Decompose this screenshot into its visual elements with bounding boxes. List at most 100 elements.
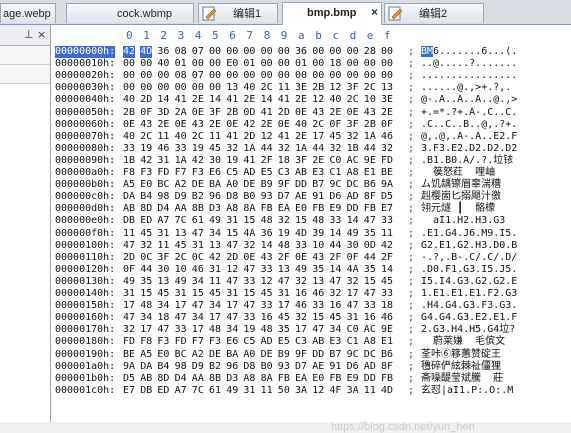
hex-byte[interactable]: DE: [243, 179, 255, 191]
hex-byte[interactable]: 11: [157, 131, 169, 143]
hex-byte[interactable]: F8: [123, 167, 135, 179]
hex-byte[interactable]: 18: [329, 58, 341, 70]
hex-byte[interactable]: 32: [278, 215, 290, 227]
hex-byte[interactable]: BE: [123, 349, 135, 361]
hex-byte[interactable]: AB: [295, 167, 307, 179]
hex-byte[interactable]: 00: [175, 82, 187, 94]
hex-byte[interactable]: F3: [157, 336, 169, 348]
hex-byte[interactable]: 33: [329, 215, 341, 227]
hex-byte[interactable]: 00: [329, 46, 341, 58]
hex-byte[interactable]: 17: [295, 324, 307, 336]
hex-byte[interactable]: 14: [347, 215, 359, 227]
hex-byte[interactable]: 34: [192, 312, 204, 324]
hex-byte[interactable]: 0F: [329, 119, 341, 131]
hex-byte[interactable]: 33: [261, 300, 273, 312]
hex-byte[interactable]: 9A: [381, 179, 393, 191]
hex-byte[interactable]: AC: [347, 155, 359, 167]
hex-byte[interactable]: FB: [312, 203, 324, 215]
hex-byte[interactable]: 00: [209, 70, 221, 82]
hex-byte[interactable]: 33: [364, 300, 376, 312]
hex-byte[interactable]: 42: [209, 252, 221, 264]
hex-byte[interactable]: 46: [295, 300, 307, 312]
hex-byte[interactable]: 44: [329, 240, 341, 252]
ascii-text[interactable]: ................: [421, 70, 517, 82]
hex-byte[interactable]: AC: [364, 324, 376, 336]
ascii-text[interactable]: I5.I4.G3.G2.G2.E: [421, 276, 517, 288]
hex-byte[interactable]: 50: [278, 385, 290, 397]
hex-byte[interactable]: 40: [243, 82, 255, 94]
hex-byte[interactable]: 17: [312, 131, 324, 143]
hex-byte[interactable]: 0C: [140, 252, 152, 264]
hex-byte[interactable]: 00: [278, 46, 290, 58]
hex-byte[interactable]: AB: [312, 336, 324, 348]
hex-byte[interactable]: A8: [347, 167, 359, 179]
hex-byte[interactable]: D4: [175, 373, 187, 385]
hex-byte[interactable]: A7: [157, 215, 169, 227]
tab-edit2[interactable]: 编辑2: [384, 3, 484, 23]
ascii-text[interactable]: 荃咔⑥簃蕙赞碇王: [421, 349, 501, 361]
hex-byte[interactable]: 3D: [157, 107, 169, 119]
hex-byte[interactable]: 00: [123, 58, 135, 70]
hex-byte[interactable]: 13: [175, 228, 187, 240]
hex-byte[interactable]: 16: [364, 312, 376, 324]
hex-byte[interactable]: 96: [226, 361, 238, 373]
hex-byte[interactable]: AD: [261, 336, 273, 348]
hex-byte[interactable]: 32: [295, 312, 307, 324]
hex-byte[interactable]: AD: [347, 191, 359, 203]
ascii-text[interactable]: 2.G3.H4.H5.G4垃?: [421, 324, 515, 336]
hex-byte[interactable]: B9: [278, 349, 290, 361]
hex-byte[interactable]: 33: [243, 276, 255, 288]
hex-byte[interactable]: 13: [312, 276, 324, 288]
hex-byte[interactable]: DB: [140, 385, 152, 397]
hex-byte[interactable]: 15: [140, 288, 152, 300]
hex-byte[interactable]: 00: [347, 46, 359, 58]
hex-byte[interactable]: 3A: [347, 385, 359, 397]
hex-byte[interactable]: 2F: [329, 252, 341, 264]
hex-byte[interactable]: 28: [364, 46, 376, 58]
hex-byte[interactable]: 17: [226, 300, 238, 312]
hex-byte[interactable]: C5: [226, 167, 238, 179]
hex-byte[interactable]: 7C: [192, 385, 204, 397]
hex-byte[interactable]: 2B: [226, 107, 238, 119]
hex-byte[interactable]: 11: [261, 385, 273, 397]
hex-byte[interactable]: 35: [278, 324, 290, 336]
hex-byte[interactable]: 0E: [295, 107, 307, 119]
hex-byte[interactable]: 31: [226, 288, 238, 300]
hex-byte[interactable]: A2: [175, 179, 187, 191]
hex-byte[interactable]: 8B: [209, 373, 221, 385]
hex-byte[interactable]: BC: [157, 179, 169, 191]
hex-byte[interactable]: 9C: [347, 349, 359, 361]
hex-byte[interactable]: 2B: [312, 82, 324, 94]
hex-byte[interactable]: 9F: [278, 179, 290, 191]
hex-byte[interactable]: 40: [157, 58, 169, 70]
hex-byte[interactable]: 47: [347, 300, 359, 312]
hex-byte[interactable]: 35: [364, 264, 376, 276]
hex-byte[interactable]: 35: [364, 228, 376, 240]
hex-byte[interactable]: 45: [329, 131, 341, 143]
hex-byte[interactable]: 40: [175, 131, 187, 143]
hex-byte[interactable]: 33: [175, 143, 187, 155]
hex-byte[interactable]: 47: [329, 276, 341, 288]
hex-byte[interactable]: 0F: [123, 264, 135, 276]
hex-byte[interactable]: 00: [261, 58, 273, 70]
hex-byte[interactable]: 31: [175, 288, 187, 300]
hex-byte[interactable]: 14: [381, 264, 393, 276]
hex-byte[interactable]: 4F: [329, 385, 341, 397]
hex-byte[interactable]: 17: [175, 300, 187, 312]
hex-byte[interactable]: 43: [312, 252, 324, 264]
hex-byte[interactable]: 2D: [226, 252, 238, 264]
hex-byte[interactable]: 2E: [192, 94, 204, 106]
hex-byte[interactable]: DD: [364, 373, 376, 385]
hex-byte[interactable]: 42: [192, 155, 204, 167]
hex-byte[interactable]: 0E: [278, 119, 290, 131]
hex-byte[interactable]: 00: [312, 46, 324, 58]
hex-byte[interactable]: 00: [312, 58, 324, 70]
hex-byte[interactable]: 47: [226, 276, 238, 288]
hex-byte[interactable]: 41: [243, 155, 255, 167]
hex-byte[interactable]: 47: [364, 288, 376, 300]
hex-byte[interactable]: AA: [192, 373, 204, 385]
hex-byte[interactable]: E1: [364, 167, 376, 179]
hex-byte[interactable]: 16: [261, 312, 273, 324]
hex-byte[interactable]: 2B: [364, 119, 376, 131]
hex-byte[interactable]: F7: [192, 336, 204, 348]
